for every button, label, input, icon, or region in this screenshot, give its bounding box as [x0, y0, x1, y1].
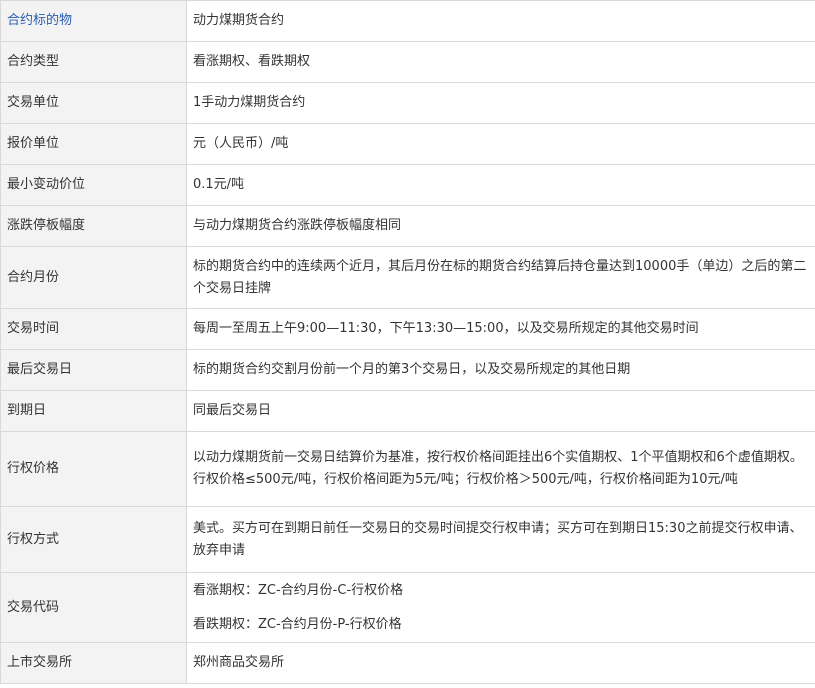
row-label: 合约标的物	[0, 0, 187, 42]
row-label: 报价单位	[0, 123, 187, 165]
table-row: 最后交易日 标的期货合约交割月份前一个月的第3个交易日，以及交易所规定的其他日期	[0, 349, 815, 391]
row-value: 0.1元/吨	[186, 164, 815, 206]
row-value: 元（人民币）/吨	[186, 123, 815, 165]
table-row: 涨跌停板幅度 与动力煤期货合约涨跌停板幅度相同	[0, 205, 815, 247]
table-row: 交易单位 1手动力煤期货合约	[0, 82, 815, 124]
row-value: 标的期货合约中的连续两个近月，其后月份在标的期货合约结算后持仓量达到10000手…	[186, 246, 815, 309]
row-label: 交易时间	[0, 308, 187, 350]
table-row: 交易代码 看涨期权：ZC-合约月份-C-行权价格 看跌期权：ZC-合约月份-P-…	[0, 572, 815, 643]
contract-spec-table: 合约标的物 动力煤期货合约 合约类型 看涨期权、看跌期权 交易单位 1手动力煤期…	[0, 0, 815, 684]
row-label: 合约月份	[0, 246, 187, 309]
table-row: 行权价格 以动力煤期货前一交易日结算价为基准，按行权价格间距挂出6个实值期权、1…	[0, 431, 815, 507]
row-label: 行权方式	[0, 506, 187, 573]
row-value: 郑州商品交易所	[186, 642, 815, 684]
table-row: 最小变动价位 0.1元/吨	[0, 164, 815, 206]
table-row: 报价单位 元（人民币）/吨	[0, 123, 815, 165]
row-label: 合约类型	[0, 41, 187, 83]
row-value: 看涨期权、看跌期权	[186, 41, 815, 83]
trading-code-put: 看跌期权：ZC-合约月份-P-行权价格	[193, 616, 402, 632]
table-row: 合约类型 看涨期权、看跌期权	[0, 41, 815, 83]
row-label: 行权价格	[0, 431, 187, 507]
row-label: 最小变动价位	[0, 164, 187, 206]
row-label: 涨跌停板幅度	[0, 205, 187, 247]
trading-code-call: 看涨期权：ZC-合约月份-C-行权价格	[193, 582, 404, 598]
row-value: 看涨期权：ZC-合约月份-C-行权价格 看跌期权：ZC-合约月份-P-行权价格	[186, 572, 815, 643]
table-row: 合约月份 标的期货合约中的连续两个近月，其后月份在标的期货合约结算后持仓量达到1…	[0, 246, 815, 309]
row-value: 1手动力煤期货合约	[186, 82, 815, 124]
row-value: 以动力煤期货前一交易日结算价为基准，按行权价格间距挂出6个实值期权、1个平值期权…	[186, 431, 815, 507]
row-value: 标的期货合约交割月份前一个月的第3个交易日，以及交易所规定的其他日期	[186, 349, 815, 391]
row-value: 每周一至周五上午9:00—11:30，下午13:30—15:00，以及交易所规定…	[186, 308, 815, 350]
row-label: 最后交易日	[0, 349, 187, 391]
row-label: 到期日	[0, 390, 187, 432]
row-label: 上市交易所	[0, 642, 187, 684]
table-row: 上市交易所 郑州商品交易所	[0, 642, 815, 684]
table-row: 行权方式 美式。买方可在到期日前任一交易日的交易时间提交行权申请；买方可在到期日…	[0, 506, 815, 573]
row-value: 同最后交易日	[186, 390, 815, 432]
row-label: 交易单位	[0, 82, 187, 124]
table-row: 到期日 同最后交易日	[0, 390, 815, 432]
table-row: 交易时间 每周一至周五上午9:00—11:30，下午13:30—15:00，以及…	[0, 308, 815, 350]
row-value: 与动力煤期货合约涨跌停板幅度相同	[186, 205, 815, 247]
row-label: 交易代码	[0, 572, 187, 643]
table-row: 合约标的物 动力煤期货合约	[0, 0, 815, 42]
row-value: 美式。买方可在到期日前任一交易日的交易时间提交行权申请；买方可在到期日15:30…	[186, 506, 815, 573]
row-value: 动力煤期货合约	[186, 0, 815, 42]
